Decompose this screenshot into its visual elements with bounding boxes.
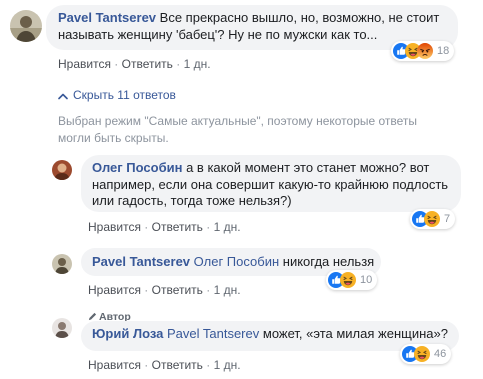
reactions-summary[interactable]: 10 xyxy=(326,270,378,290)
separator: · xyxy=(144,283,149,297)
comment-time[interactable]: 1 дн. xyxy=(184,57,211,71)
comment-bubble: Олег Пособин а в какой момент это станет… xyxy=(81,155,461,212)
pen-icon xyxy=(88,312,97,321)
reply-button[interactable]: Ответить xyxy=(152,358,203,372)
mention-link[interactable]: Олег Пособин xyxy=(194,254,279,269)
reactions-summary[interactable]: 7 xyxy=(410,209,456,229)
comment-actions: Нравится · Ответить · 1 дн. xyxy=(88,283,241,297)
reaction-count: 46 xyxy=(434,348,447,360)
like-button[interactable]: Нравится xyxy=(88,358,141,372)
reaction-count: 7 xyxy=(444,213,451,225)
separator: · xyxy=(114,57,119,71)
separator: · xyxy=(176,57,181,71)
avatar[interactable] xyxy=(52,318,72,338)
haha-icon xyxy=(424,211,440,227)
mention-link[interactable]: Pavel Tantserev xyxy=(167,326,259,341)
avatar[interactable] xyxy=(52,254,72,274)
haha-icon xyxy=(340,272,356,288)
comment-text: например, если она совершит какую-то кра… xyxy=(92,176,449,192)
filter-notice: Выбран режим "Самые актуальные", поэтому… xyxy=(58,113,448,147)
angry-icon xyxy=(417,43,433,59)
avatar[interactable] xyxy=(52,160,72,180)
comment-text: называть женщину 'бабец'? Ну не по мужск… xyxy=(58,26,378,42)
comment-actions: Нравится · Ответить · 1 дн. xyxy=(58,57,211,71)
chevron-up-icon xyxy=(58,93,68,100)
comment-time[interactable]: 1 дн. xyxy=(214,220,241,234)
comment-text: никогда нельзя xyxy=(282,254,375,269)
comment-text: или гадость, тогда тоже нельзя?) xyxy=(92,193,292,208)
reactions-summary[interactable]: 18 xyxy=(391,41,455,61)
comment-actions: Нравится · Ответить · 1 дн. xyxy=(88,358,241,372)
reaction-count: 10 xyxy=(360,274,373,286)
haha-icon xyxy=(414,346,430,362)
comment-text: может, «эта милая женщина»? xyxy=(262,326,448,341)
comment-time[interactable]: 1 дн. xyxy=(214,358,241,372)
filter-notice-line: Выбран режим "Самые актуальные", поэтому… xyxy=(58,114,418,128)
comment-author[interactable]: Олег Пособин xyxy=(92,160,182,175)
separator: · xyxy=(144,220,149,234)
separator: · xyxy=(206,358,211,372)
comment-actions: Нравится · Ответить · 1 дн. xyxy=(88,220,241,234)
like-button[interactable]: Нравится xyxy=(58,57,111,71)
comment-author[interactable]: Pavel Tantserev xyxy=(92,254,190,269)
reaction-count: 18 xyxy=(437,45,450,57)
filter-notice-line: могли быть скрыты. xyxy=(58,131,169,145)
hide-replies-link[interactable]: Скрыть 11 ответов xyxy=(58,88,176,102)
comment-author[interactable]: Юрий Лоза xyxy=(92,326,163,341)
comment-time[interactable]: 1 дн. xyxy=(214,283,241,297)
reply-button[interactable]: Ответить xyxy=(152,283,203,297)
hide-replies-label: Скрыть 11 ответов xyxy=(73,88,176,102)
reactions-summary[interactable]: 46 xyxy=(400,344,452,364)
separator: · xyxy=(206,220,211,234)
reply-button[interactable]: Ответить xyxy=(152,220,203,234)
like-button[interactable]: Нравится xyxy=(88,220,141,234)
separator: · xyxy=(144,358,149,372)
comment-text: а в какой момент это станет можно? вот xyxy=(186,160,430,175)
avatar[interactable] xyxy=(10,10,42,42)
separator: · xyxy=(206,283,211,297)
comment-text: Все прекрасно вышло, но, возможно, не ст… xyxy=(159,10,440,25)
comment-author[interactable]: Pavel Tantserev xyxy=(58,10,156,25)
reply-button[interactable]: Ответить xyxy=(122,57,173,71)
like-button[interactable]: Нравится xyxy=(88,283,141,297)
